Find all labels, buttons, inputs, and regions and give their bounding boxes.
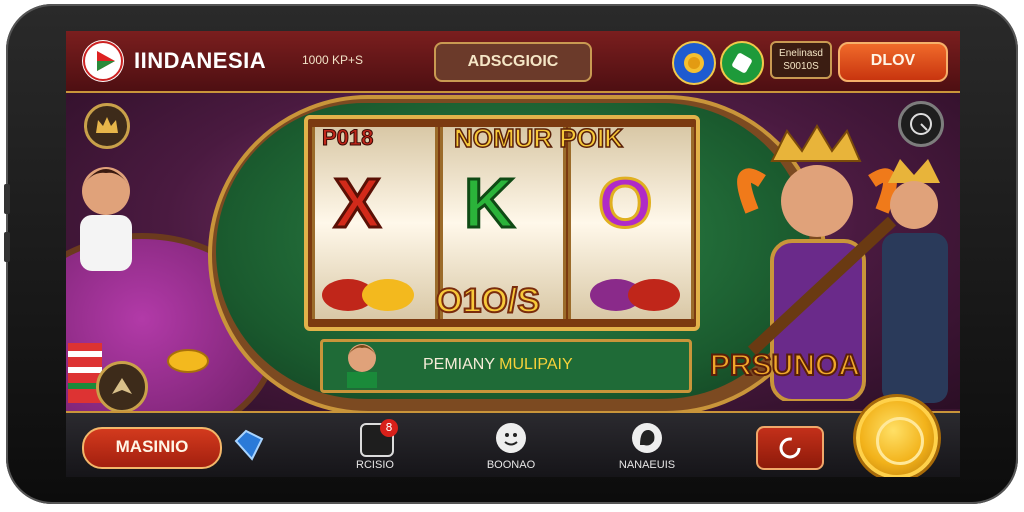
nav-label: BOONAO — [486, 459, 536, 471]
play-logo-icon[interactable] — [82, 40, 124, 82]
gold-chips — [167, 349, 209, 373]
queen-character — [882, 159, 948, 403]
promo-text-right: MULIPAIY — [499, 356, 573, 373]
notification-badge: 8 — [380, 419, 398, 437]
coin-pile-right — [590, 279, 680, 311]
crown-icon[interactable] — [84, 103, 130, 149]
balance-label: Enelinasd — [779, 48, 823, 59]
phone-side-button — [4, 232, 10, 262]
coin-rocket-icon[interactable] — [672, 41, 716, 85]
game-stage: P018 NOMUR POIK X K O O1O/S PEMIANY MULI… — [66, 93, 960, 445]
clock-icon[interactable] — [898, 101, 944, 147]
reel-symbol-3: O — [596, 163, 653, 244]
bottom-nav: MASINIO 8 RCISIO BOONAO NANAEUIS — [66, 397, 960, 477]
refresh-icon[interactable] — [756, 426, 824, 470]
promo-text: PEMIANY MULIPAIY — [423, 356, 573, 374]
face-icon — [632, 423, 662, 453]
promo-character — [347, 344, 377, 388]
game-screen: IINDANESIA 1000 KP+S ADSCGIOIC Enelinasd… — [66, 31, 960, 477]
sub-info: 1000 KP+S — [302, 53, 364, 67]
gold-coin-ring — [876, 417, 924, 465]
play-button[interactable]: DLOV — [838, 42, 948, 82]
green-badge-icon[interactable] — [720, 41, 764, 85]
promo-text-left: PEMIANY — [423, 356, 500, 373]
phone-side-button — [4, 184, 10, 214]
promo-banner[interactable]: PEMIANY MULIPAIY — [320, 339, 692, 393]
reel-top-title: NOMUR POIK — [453, 122, 624, 154]
nav-item-rcisio[interactable]: 8 RCISIO — [330, 419, 420, 475]
main-menu-button[interactable]: MASINIO — [82, 427, 222, 469]
brand-title: IINDANESIA — [134, 48, 267, 73]
nav-label: NANAEUIS — [618, 459, 676, 471]
coin-pile-left — [322, 279, 414, 311]
reel-top-left-label: P018 — [321, 125, 374, 151]
nav-label: RCISIO — [356, 459, 394, 471]
reel-symbol-2: K — [463, 163, 517, 244]
dealer-character — [80, 167, 132, 271]
top-bar: IINDANESIA 1000 KP+S ADSCGIOIC Enelinasd… — [66, 31, 960, 93]
side-promo-text: PRSUNOA — [709, 348, 861, 383]
reel-symbol-1: X — [333, 163, 383, 244]
win-amount-text: O1O/S — [435, 281, 541, 321]
balance-box: Enelinasd S0010S — [770, 41, 832, 79]
center-tab-button[interactable]: ADSCGIOIC — [434, 42, 592, 82]
smiley-icon — [496, 423, 526, 453]
spade-chip-icon[interactable] — [96, 361, 148, 413]
nav-item-nanaeuis[interactable]: NANAEUIS — [602, 419, 692, 475]
nav-item-boonao[interactable]: BOONAO — [466, 419, 556, 475]
diamond-icon[interactable] — [230, 427, 266, 463]
gold-coin-icon[interactable] — [856, 397, 938, 477]
balance-value: S0010S — [783, 61, 819, 72]
